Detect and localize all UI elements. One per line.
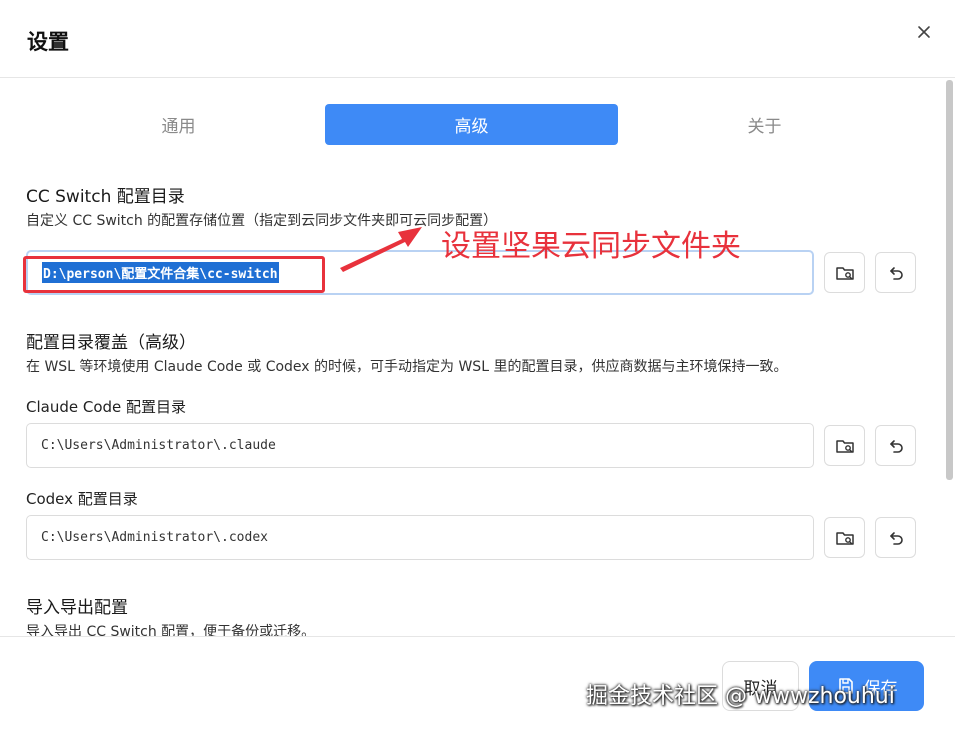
watermark: 掘金技术社区 @ wwwzhouhui [586, 684, 895, 709]
override-description: 在 WSL 等环境使用 Claude Code 或 Codex 的时候，可手动指… [26, 359, 788, 375]
close-icon [918, 26, 930, 38]
claude-dir-value: C:\Users\Administrator\.claude [41, 438, 276, 453]
undo-icon [889, 439, 903, 453]
import-export-title: 导入导出配置 [26, 598, 128, 618]
dialog-title: 设置 [27, 30, 69, 54]
folder-search-icon [835, 439, 854, 453]
claude-dir-reset-button[interactable] [875, 425, 916, 466]
undo-icon [889, 266, 903, 280]
codex-dir-reset-button[interactable] [875, 517, 916, 558]
override-title: 配置目录覆盖（高级） [26, 333, 196, 353]
annotation-arrow-icon [340, 227, 422, 272]
config-dir-title: CC Switch 配置目录 [26, 187, 185, 207]
claude-dir-input[interactable]: C:\Users\Administrator\.claude [26, 423, 814, 468]
codex-dir-input[interactable]: C:\Users\Administrator\.codex [26, 515, 814, 560]
undo-icon [889, 531, 903, 545]
folder-search-icon [835, 531, 854, 545]
folder-search-icon [835, 266, 854, 280]
scrollbar[interactable] [946, 80, 953, 480]
claude-dir-browse-button[interactable] [824, 425, 865, 466]
codex-dir-label: Codex 配置目录 [26, 490, 138, 508]
config-dir-browse-button[interactable] [824, 252, 865, 293]
tab-about[interactable]: 关于 [618, 104, 911, 145]
tab-general[interactable]: 通用 [32, 104, 325, 145]
codex-dir-value: C:\Users\Administrator\.codex [41, 530, 268, 545]
annotation-highlight-box [23, 256, 325, 293]
annotation-text: 设置坚果云同步文件夹 [441, 229, 741, 264]
config-dir-reset-button[interactable] [875, 252, 916, 293]
close-button[interactable] [912, 20, 936, 44]
tab-bar: 通用 高级 关于 [32, 104, 912, 146]
codex-dir-browse-button[interactable] [824, 517, 865, 558]
claude-dir-label: Claude Code 配置目录 [26, 398, 187, 416]
tab-advanced[interactable]: 高级 [325, 104, 618, 145]
dialog-header: 设置 [0, 0, 955, 78]
settings-dialog: 设置 通用 高级 关于 CC Switch 配置目录 自定义 CC Switch… [0, 0, 955, 731]
